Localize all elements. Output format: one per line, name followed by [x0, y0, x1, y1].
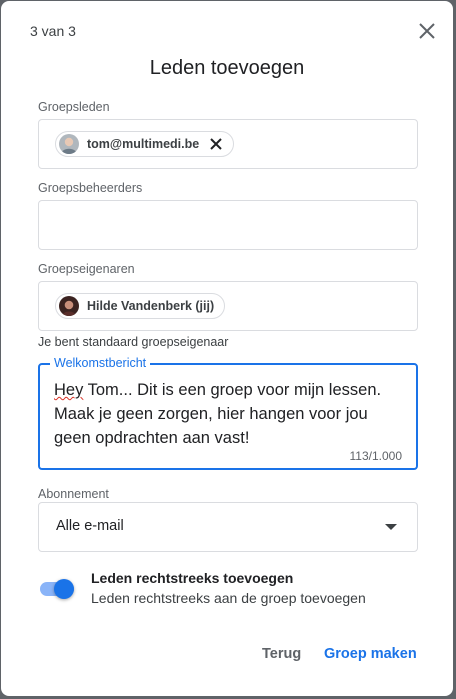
- character-counter: 113/1.000: [349, 449, 403, 463]
- direct-add-toggle[interactable]: [38, 577, 78, 601]
- owners-label: Groepseigenaren: [38, 262, 135, 276]
- back-button[interactable]: Terug: [262, 646, 301, 662]
- step-indicator: 3 van 3: [30, 23, 76, 39]
- dialog-title: Leden toevoegen: [149, 57, 305, 79]
- subscription-select[interactable]: Alle e-mail: [38, 502, 418, 552]
- create-group-dialog: 3 van 3 Leden toevoegen Groepsleden tom@…: [1, 1, 453, 696]
- dropdown-arrow-icon: [385, 524, 397, 530]
- close-button[interactable]: [415, 19, 439, 43]
- managers-label: Groepsbeheerders: [38, 181, 143, 195]
- members-label: Groepsleden: [38, 100, 110, 114]
- toggle-knob: [54, 579, 74, 599]
- welcome-message-text[interactable]: Hey Tom... Dit is een groep voor mijn le…: [54, 378, 404, 450]
- close-icon: [419, 23, 435, 39]
- welcome-message-label: Welkomstbericht: [50, 356, 151, 370]
- subscription-label: Abonnement: [38, 487, 109, 501]
- direct-add-title: Leden rechtstreeks toevoegen: [91, 570, 294, 586]
- owner-chip: Hilde Vandenberk (jij): [55, 293, 226, 319]
- remove-chip-icon[interactable]: [209, 137, 223, 151]
- managers-field[interactable]: [38, 200, 418, 250]
- avatar: [59, 296, 79, 316]
- welcome-message-field[interactable]: Welkomstbericht Hey Tom... Dit is een gr…: [38, 356, 418, 470]
- member-chip[interactable]: tom@multimedi.be: [55, 131, 235, 157]
- owner-chip-label: Hilde Vandenberk (jij): [87, 299, 215, 313]
- create-group-button[interactable]: Groep maken: [324, 646, 417, 662]
- welcome-message-body: Tom... Dit is een groep voor mijn lessen…: [54, 381, 382, 447]
- owners-field[interactable]: Hilde Vandenberk (jij): [38, 281, 418, 331]
- misspelled-word: Hey: [54, 381, 84, 399]
- avatar: [59, 134, 79, 154]
- subscription-value: Alle e-mail: [56, 518, 124, 534]
- members-field[interactable]: tom@multimedi.be: [38, 119, 418, 169]
- member-chip-label: tom@multimedi.be: [87, 137, 200, 151]
- owner-hint: Je bent standaard groepseigenaar: [38, 335, 229, 349]
- direct-add-description: Leden rechtstreeks aan de groep toevoege…: [91, 590, 366, 606]
